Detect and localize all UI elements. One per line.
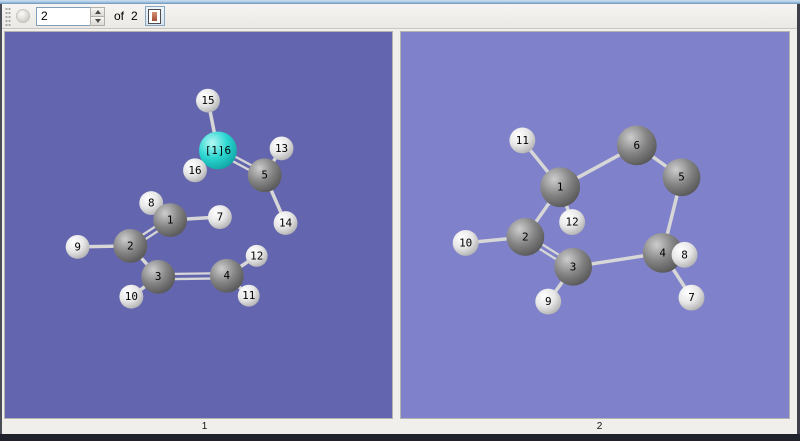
of-label: of [114,9,125,23]
atom-label: 3 [570,260,577,273]
molecule-viewport-2[interactable]: 11 6 5 1 12 10 2 3 9 4 8 7 [400,31,790,419]
atom-label: 4 [224,269,231,282]
sphere-indicator-icon[interactable] [16,9,30,23]
frame-number-input[interactable] [36,6,90,26]
frame-spinner [90,6,105,26]
atom-label: 1 [557,181,564,194]
atom-label: 4 [659,246,666,259]
atom-label: 15 [201,94,214,107]
window-border-left [0,4,2,434]
atom-label: 13 [275,142,288,155]
viewport-background[interactable] [5,32,392,418]
atom-label: 5 [261,169,268,182]
atom-label: 16 [188,164,201,177]
chevron-up-icon [94,9,101,14]
atom-label: 5 [678,171,685,184]
frame-navigation-toolbar: of 2 [2,4,797,29]
atom-label: 1 [167,214,174,227]
atom-label: 12 [250,249,263,262]
atom-label: 7 [217,211,224,224]
atom-label: 2 [127,239,134,252]
molecule-viewport-1[interactable]: 15 [1]6 16 13 5 14 8 1 7 9 2 3 10 4 12 11 [4,31,393,419]
atom-label: 3 [155,270,162,283]
atom-label: 11 [242,289,255,302]
window-border-bottom [0,434,800,441]
frame-total-label: 2 [131,9,138,23]
atom-label: 12 [566,215,579,228]
panel-2-caption: 2 [596,421,603,432]
molecule-viewer-window: of 2 15[1]616135148179231041211 11651121… [0,0,800,441]
picture-icon [148,8,162,24]
display-image-button[interactable] [144,6,165,26]
spin-down-button[interactable] [90,16,105,26]
atom-label: 8 [148,197,155,210]
spin-up-button[interactable] [90,6,105,17]
molecule-canvas-1[interactable]: 15 [1]6 16 13 5 14 81 7 9 2 3 10 4 12 11 [5,32,392,418]
atom-label: 7 [688,291,695,304]
atom-label: 9 [74,240,81,253]
atom-label: 2 [522,230,529,243]
atom-label: 10 [125,290,138,303]
atom-label: 14 [279,216,293,229]
molecule-canvas-2[interactable]: 11 6 5 1 12 10 2 3 9 4 8 7 [401,32,789,418]
panel-1-caption: 1 [201,421,208,432]
chevron-down-icon [94,18,101,23]
atom-label: 10 [459,236,472,249]
atom-label: 11 [516,134,529,147]
atom-label: 8 [681,248,688,261]
frame-spinbox [36,6,105,26]
toolbar-grip-handle[interactable] [5,6,11,26]
atom-label: 9 [545,295,552,308]
atom-label: [1]6 [205,144,231,157]
atom-label: 6 [633,139,640,152]
viewport-background[interactable] [401,32,789,418]
